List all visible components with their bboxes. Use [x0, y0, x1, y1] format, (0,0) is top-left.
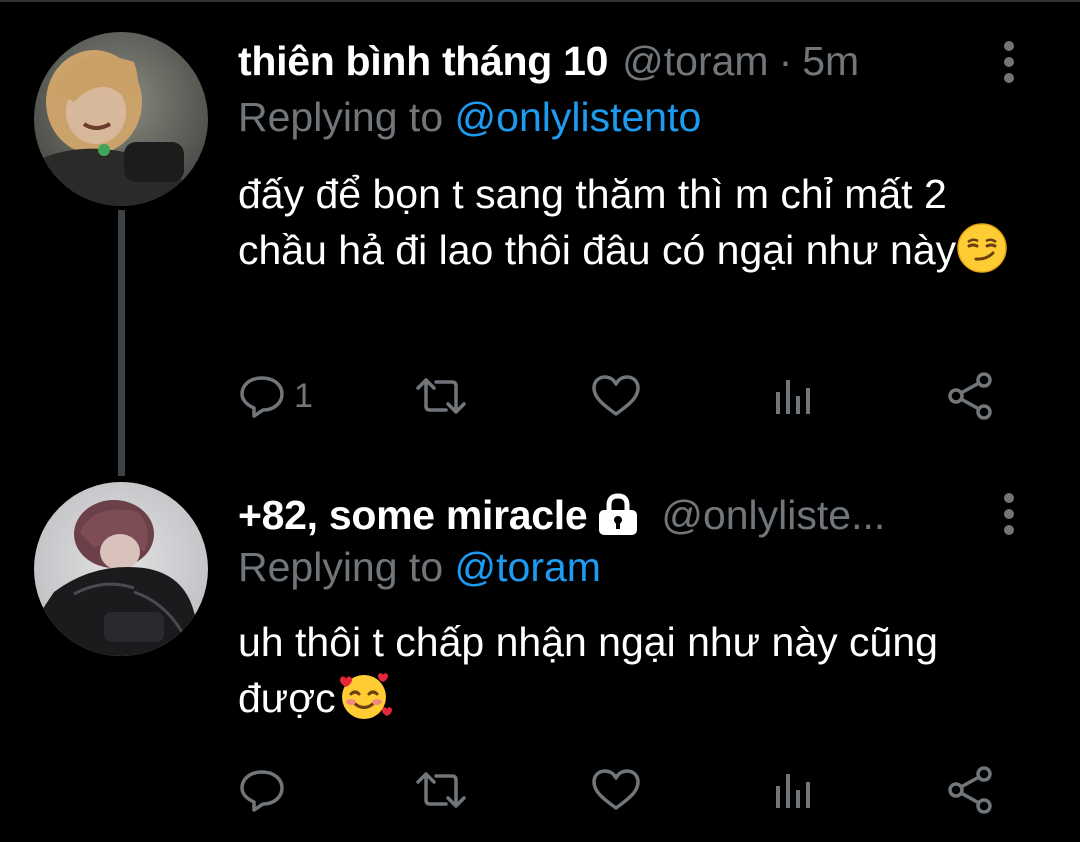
tweet-actions [238, 760, 1018, 820]
comment-icon [238, 372, 286, 420]
smirking-face-icon [956, 222, 1008, 274]
more-vertical-icon[interactable] [994, 38, 1024, 86]
tweet[interactable]: thiên bình tháng 10 @toram · 5m Replying… [0, 0, 1080, 460]
reply-mention-link[interactable]: @onlylistento [455, 94, 702, 140]
tweet[interactable]: +82, some miracle @onlyliste... Replying… [0, 460, 1080, 842]
display-name[interactable]: thiên bình tháng 10 [238, 38, 608, 85]
replying-to-label: Replying to [238, 94, 444, 140]
display-name[interactable]: +82, some miracle [238, 492, 588, 539]
share-button[interactable] [944, 366, 996, 426]
avatar[interactable] [34, 32, 208, 206]
reply-button[interactable] [238, 760, 286, 820]
reply-count: 1 [294, 376, 313, 415]
reply-mention-link[interactable]: @toram [455, 544, 601, 590]
tweet-text-content: đấy để bọn t sang thăm thì m chỉ mất 2 c… [238, 171, 957, 273]
heart-icon [590, 766, 642, 814]
avatar[interactable] [34, 482, 208, 656]
lock-icon [595, 493, 641, 537]
retweet-icon [412, 372, 470, 420]
replying-to-line: Replying to @toram [238, 544, 601, 591]
share-button[interactable] [944, 760, 996, 820]
reply-button[interactable]: 1 [238, 366, 313, 426]
share-icon [944, 370, 996, 422]
like-button[interactable] [590, 760, 642, 820]
views-icon [770, 372, 818, 420]
replying-to-label: Replying to [238, 544, 444, 590]
retweet-button[interactable] [412, 366, 470, 426]
heart-icon [590, 372, 642, 420]
like-button[interactable] [590, 366, 642, 426]
timestamp[interactable]: 5m [802, 38, 859, 85]
views-button[interactable] [770, 366, 818, 426]
tweet-header: thiên bình tháng 10 @toram · 5m [238, 31, 1040, 91]
tweet-actions: 1 [238, 366, 1018, 426]
separator-dot: · [778, 37, 793, 84]
user-handle[interactable]: @onlyliste... [661, 492, 885, 539]
comment-icon [238, 766, 286, 814]
smiling-face-with-hearts-icon [336, 670, 392, 722]
tweet-text: đấy để bọn t sang thăm thì m chỉ mất 2 c… [238, 166, 1038, 278]
share-icon [944, 764, 996, 816]
replying-to-line: Replying to @onlylistento [238, 94, 701, 141]
user-handle[interactable]: @toram [622, 38, 768, 85]
views-button[interactable] [770, 760, 818, 820]
more-vertical-icon[interactable] [994, 490, 1024, 538]
retweet-button[interactable] [412, 760, 470, 820]
tweet-text: uh thôi t chấp nhận ngại như này cũng đư… [238, 614, 1038, 726]
views-icon [770, 766, 818, 814]
tweet-header: +82, some miracle @onlyliste... [238, 485, 1040, 545]
retweet-icon [412, 766, 470, 814]
